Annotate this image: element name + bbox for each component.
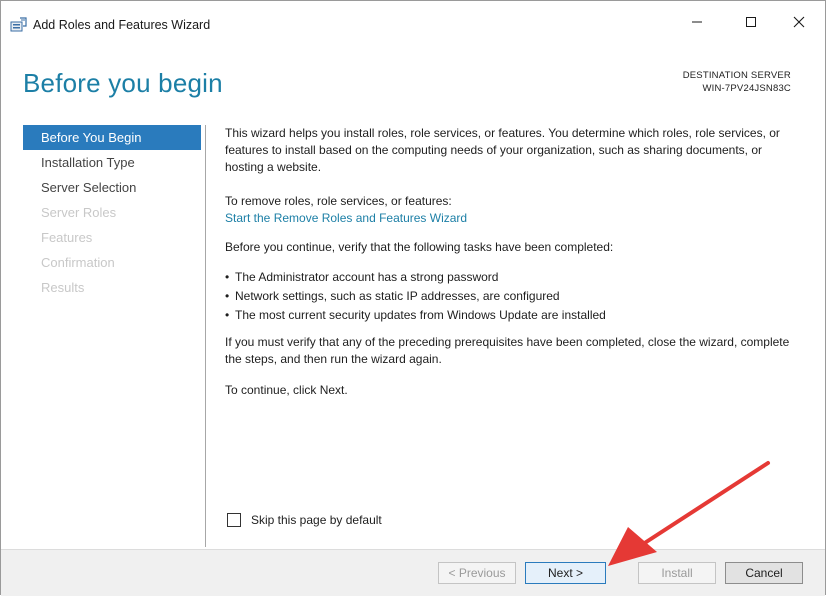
destination-server-label: DESTINATION SERVER (682, 70, 791, 81)
maximize-icon (746, 17, 756, 27)
continue-note: To continue, click Next. (225, 383, 348, 397)
nav-divider (205, 125, 206, 547)
intro-text: This wizard helps you install roles, rol… (225, 126, 780, 174)
title-bar[interactable]: Add Roles and Features Wizard (1, 1, 825, 37)
next-button[interactable]: Next > (525, 562, 606, 584)
destination-server-name: WIN-7PV24JSN83C (702, 83, 791, 94)
close-button[interactable] (784, 9, 814, 35)
close-icon (793, 16, 805, 28)
previous-button[interactable]: < Previous (438, 562, 516, 584)
skip-page-option[interactable]: Skip this page by default (227, 513, 382, 527)
content-panel: This wizard helps you install roles, rol… (225, 125, 803, 399)
server-manager-icon (10, 17, 28, 33)
nav-item-features: Features (41, 230, 93, 245)
install-button[interactable]: Install (638, 562, 716, 584)
button-bar: < Previous Next > Install Cancel (1, 549, 825, 596)
minimize-icon (692, 21, 702, 23)
nav-item-results: Results (41, 280, 85, 295)
nav-item-server-roles: Server Roles (41, 205, 117, 220)
nav-item-installation-type[interactable]: Installation Type (23, 150, 201, 175)
list-item: The most current security updates from W… (225, 306, 803, 325)
page-title: Before you begin (23, 68, 223, 98)
minimize-button[interactable] (682, 9, 712, 35)
remove-wizard-link[interactable]: Start the Remove Roles and Features Wiza… (225, 210, 803, 227)
wizard-steps-nav: Before You Begin Installation Type Serve… (23, 125, 201, 300)
maximize-button[interactable] (736, 9, 766, 35)
prerequisite-list: The Administrator account has a strong p… (225, 268, 803, 325)
list-item: The Administrator account has a strong p… (225, 268, 803, 287)
remove-prompt: To remove roles, role services, or featu… (225, 194, 452, 208)
nav-item-confirmation: Confirmation (41, 255, 115, 270)
verify-note: If you must verify that any of the prece… (225, 335, 790, 366)
list-item: Network settings, such as static IP addr… (225, 287, 803, 306)
skip-page-checkbox[interactable] (227, 513, 241, 527)
skip-page-label: Skip this page by default (251, 513, 382, 527)
destination-server: DESTINATION SERVER WIN-7PV24JSN83C (683, 69, 791, 95)
nav-item-server-selection[interactable]: Server Selection (23, 175, 201, 200)
cancel-button[interactable]: Cancel (725, 562, 803, 584)
wizard-window: Add Roles and Features Wizard Before you… (0, 0, 826, 596)
verify-intro: Before you continue, verify that the fol… (225, 240, 614, 254)
nav-item-before-you-begin[interactable]: Before You Begin (23, 125, 201, 150)
window-title: Add Roles and Features Wizard (33, 18, 211, 32)
